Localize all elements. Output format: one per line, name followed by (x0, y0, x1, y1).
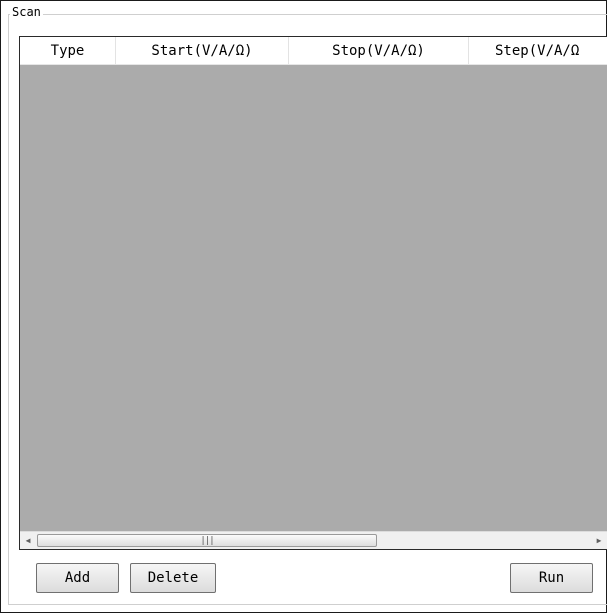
scroll-right-arrow-icon[interactable]: ▶ (591, 532, 607, 549)
table-header: Type Start(V/A/Ω) Stop(V/A/Ω) Step(V/A/Ω (20, 37, 607, 65)
scan-panel: Scan Type Start(V/A/Ω) Stop(V/A/Ω) Step(… (0, 0, 607, 613)
scan-table[interactable]: Type Start(V/A/Ω) Stop(V/A/Ω) Step(V/A/Ω… (19, 36, 607, 550)
scan-group-title: Scan (10, 5, 43, 19)
column-header-start[interactable]: Start(V/A/Ω) (116, 37, 289, 64)
horizontal-scrollbar[interactable]: ◀ ||| ▶ (20, 531, 607, 549)
column-header-stop[interactable]: Stop(V/A/Ω) (289, 37, 469, 64)
scrollbar-thumb[interactable]: ||| (37, 534, 377, 547)
table-body-empty[interactable] (20, 65, 607, 531)
column-header-step[interactable]: Step(V/A/Ω (469, 37, 607, 64)
scrollbar-grip-icon: ||| (200, 536, 214, 546)
add-button[interactable]: Add (36, 563, 119, 593)
run-button[interactable]: Run (510, 563, 593, 593)
scroll-left-arrow-icon[interactable]: ◀ (20, 532, 36, 549)
delete-button[interactable]: Delete (130, 563, 216, 593)
column-header-type[interactable]: Type (20, 37, 116, 64)
